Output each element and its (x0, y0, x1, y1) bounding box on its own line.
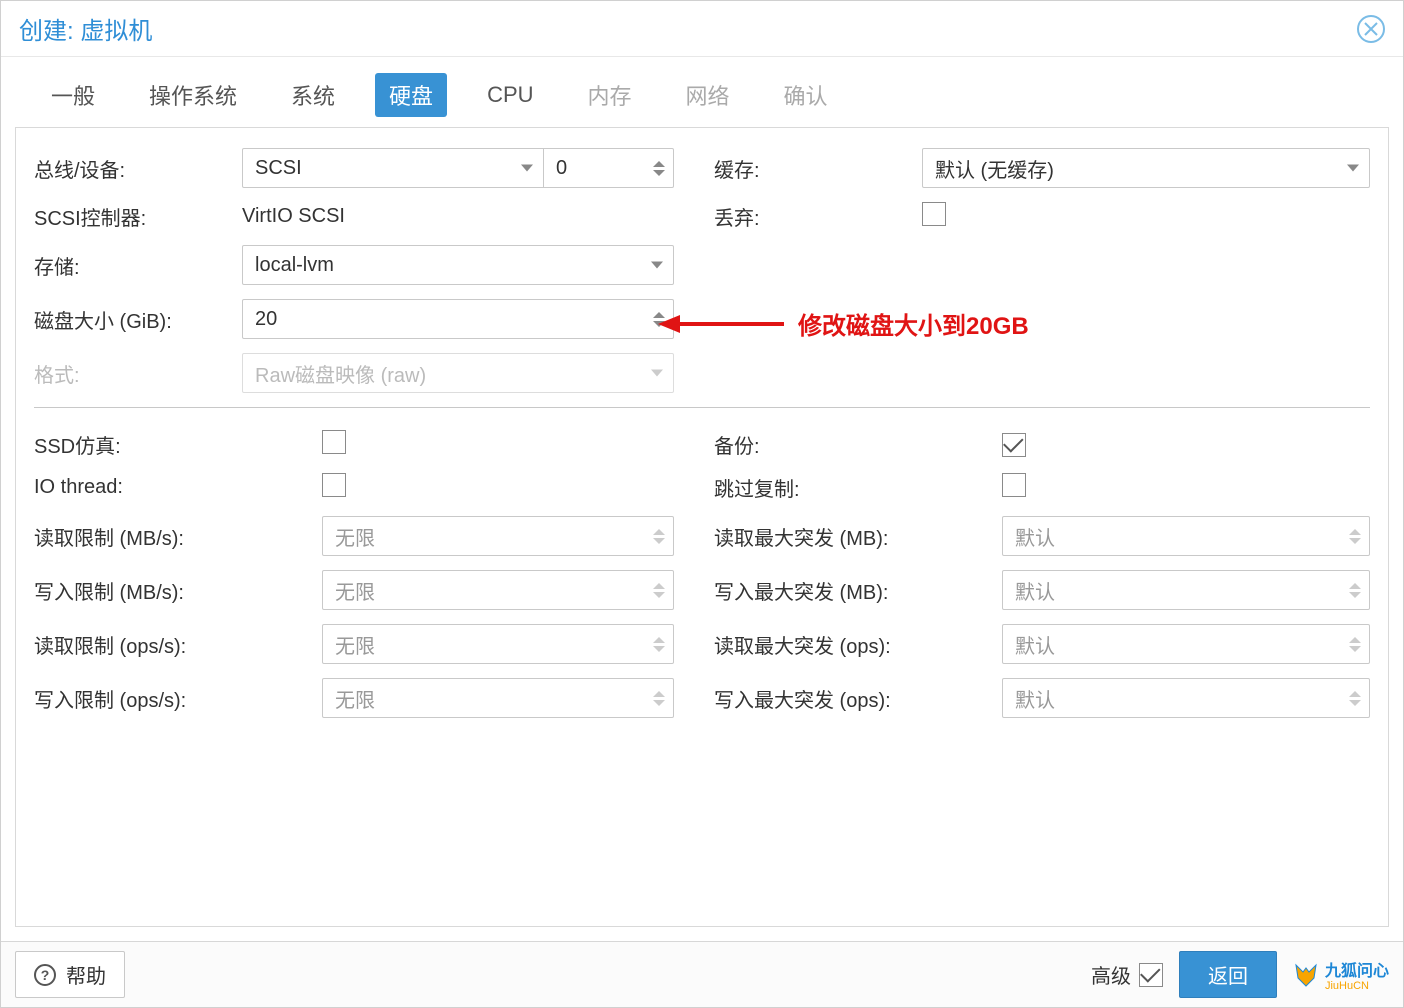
read-burst-mb-value: 默认 (1015, 522, 1055, 551)
back-label: 返回 (1208, 966, 1248, 988)
write-mbps-label: 写入限制 (MB/s): (34, 576, 314, 605)
backup-label: 备份: (714, 430, 994, 459)
advanced-label: 高级 (1091, 960, 1131, 989)
write-burst-mb-value: 默认 (1015, 576, 1055, 605)
write-ops-label: 写入限制 (ops/s): (34, 684, 314, 713)
bus-value: SCSI (255, 157, 302, 180)
format-value: Raw磁盘映像 (raw) (255, 359, 426, 388)
back-button[interactable]: 返回 (1179, 951, 1277, 998)
iothread-label: IO thread: (34, 476, 314, 499)
read-ops-value: 无限 (335, 630, 375, 659)
spin-down-icon (653, 170, 665, 176)
watermark-en: JiuHuCN (1325, 981, 1389, 992)
read-burst-ops-label: 读取最大突发 (ops): (714, 630, 994, 659)
bus-index-value: 0 (556, 157, 567, 180)
advanced-toggle[interactable]: 高级 (1091, 960, 1163, 989)
help-label: 帮助 (66, 960, 106, 989)
chevron-down-icon (651, 370, 663, 377)
read-ops-label: 读取限制 (ops/s): (34, 630, 314, 659)
disk-size-value: 20 (255, 308, 277, 331)
discard-label: 丢弃: (714, 202, 914, 231)
dialog-footer: ? 帮助 高级 返回 九狐问心 JiuHuCN (1, 941, 1403, 1007)
format-label: 格式: (34, 359, 234, 388)
bus-label: 总线/设备: (34, 154, 234, 183)
close-button[interactable] (1357, 15, 1385, 43)
dialog-header: 创建: 虚拟机 (1, 1, 1403, 57)
ssd-label: SSD仿真: (34, 430, 314, 459)
cache-value: 默认 (无缓存) (935, 154, 1054, 183)
ssd-checkbox[interactable] (322, 430, 346, 454)
chevron-down-icon (521, 165, 533, 172)
bus-select[interactable]: SCSI (242, 148, 544, 188)
write-burst-ops-spinner[interactable]: 默认 (1002, 678, 1370, 718)
bus-index-spinner[interactable]: 0 (544, 148, 674, 188)
wizard-tabs: 一般 操作系统 系统 硬盘 CPU 内存 网络 确认 (1, 57, 1403, 127)
write-burst-mb-spinner[interactable]: 默认 (1002, 570, 1370, 610)
format-select: Raw磁盘映像 (raw) (242, 353, 674, 393)
write-burst-mb-label: 写入最大突发 (MB): (714, 576, 994, 605)
arrow-left-icon (656, 309, 786, 339)
chevron-down-icon (1347, 165, 1359, 172)
read-ops-spinner[interactable]: 无限 (322, 624, 674, 664)
read-burst-ops-spinner[interactable]: 默认 (1002, 624, 1370, 664)
tab-general[interactable]: 一般 (37, 73, 109, 117)
read-burst-ops-value: 默认 (1015, 630, 1055, 659)
tab-confirm: 确认 (770, 73, 842, 117)
annotation-text: 修改磁盘大小到20GB (798, 306, 1029, 341)
read-burst-mb-label: 读取最大突发 (MB): (714, 522, 994, 551)
read-mbps-spinner[interactable]: 无限 (322, 516, 674, 556)
spin-up-icon (653, 161, 665, 167)
tab-system[interactable]: 系统 (277, 73, 349, 117)
watermark-cn: 九狐问心 (1325, 963, 1389, 980)
iothread-checkbox[interactable] (322, 473, 346, 497)
watermark: 九狐问心 JiuHuCN (1293, 957, 1389, 992)
form-body: 总线/设备: SCSI 0 缓存: 默认 (无缓存) (15, 127, 1389, 927)
tab-cpu[interactable]: CPU (473, 76, 547, 114)
help-icon: ? (34, 964, 56, 986)
separator (34, 407, 1370, 408)
scsi-ctrl-value: VirtIO SCSI (242, 205, 674, 228)
storage-value: local-lvm (255, 254, 334, 277)
backup-checkbox[interactable] (1002, 433, 1026, 457)
disk-size-spinner[interactable]: 20 (242, 299, 674, 339)
advanced-checkbox[interactable] (1139, 963, 1163, 987)
write-mbps-value: 无限 (335, 576, 375, 605)
write-mbps-spinner[interactable]: 无限 (322, 570, 674, 610)
disk-size-label: 磁盘大小 (GiB): (34, 305, 234, 334)
write-burst-ops-label: 写入最大突发 (ops): (714, 684, 994, 713)
dialog-title: 创建: 虚拟机 (19, 11, 152, 46)
write-ops-value: 无限 (335, 684, 375, 713)
create-vm-dialog: 创建: 虚拟机 一般 操作系统 系统 硬盘 CPU 内存 网络 确认 总线/设备… (0, 0, 1404, 1008)
fox-icon (1293, 962, 1319, 988)
help-button[interactable]: ? 帮助 (15, 951, 125, 998)
chevron-down-icon (651, 262, 663, 269)
scsi-ctrl-label: SCSI控制器: (34, 202, 234, 231)
write-burst-ops-value: 默认 (1015, 684, 1055, 713)
skiprep-checkbox[interactable] (1002, 473, 1026, 497)
skiprep-label: 跳过复制: (714, 473, 994, 502)
read-mbps-label: 读取限制 (MB/s): (34, 522, 314, 551)
storage-label: 存储: (34, 251, 234, 280)
tab-network: 网络 (672, 73, 744, 117)
cache-label: 缓存: (714, 154, 914, 183)
read-mbps-value: 无限 (335, 522, 375, 551)
cache-select[interactable]: 默认 (无缓存) (922, 148, 1370, 188)
close-icon (1364, 22, 1378, 36)
annotation: 修改磁盘大小到20GB (656, 306, 1029, 341)
tab-harddisk[interactable]: 硬盘 (375, 73, 447, 117)
discard-checkbox[interactable] (922, 202, 946, 226)
tab-os[interactable]: 操作系统 (135, 73, 251, 117)
write-ops-spinner[interactable]: 无限 (322, 678, 674, 718)
storage-select[interactable]: local-lvm (242, 245, 674, 285)
tab-memory: 内存 (574, 73, 646, 117)
read-burst-mb-spinner[interactable]: 默认 (1002, 516, 1370, 556)
